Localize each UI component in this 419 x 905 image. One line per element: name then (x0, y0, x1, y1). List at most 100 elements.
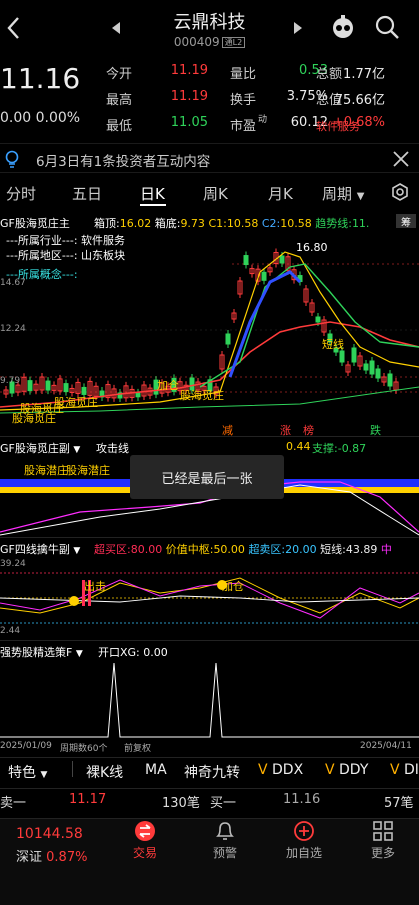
kline-candle (393, 378, 399, 394)
plus-circle-icon[interactable] (293, 820, 315, 842)
quote-value: 11.19 (170, 63, 208, 78)
sell-price: 11.17 (69, 792, 107, 807)
nav-trade[interactable]: 交易 (115, 844, 175, 861)
kline-candle (123, 381, 129, 402)
robot-assistant-icon[interactable] (331, 14, 355, 40)
axis-label: 9.79 (0, 376, 21, 386)
tab-wuri[interactable]: 五日 (72, 183, 102, 204)
tab-shenqi[interactable]: 神奇九转 (184, 762, 240, 782)
sub-chart-strong-stock[interactable]: 强势股精选策F ▼ 开口XG: 0.00 2025/01/09 周期数60个 前… (0, 640, 419, 754)
adjust-mode[interactable]: 前复权 (124, 741, 151, 754)
kline-candle (309, 299, 315, 316)
search-icon[interactable] (374, 14, 400, 40)
axis-label: 39.24 (0, 559, 26, 569)
tab-zhouqi[interactable]: 周期 ▼ (322, 183, 365, 204)
nav-alert[interactable]: 预警 (195, 844, 255, 861)
guhai-tag: 股海觅庄 (180, 389, 224, 402)
notice-bar[interactable]: 6月3日有1条投资者互动内容 (0, 143, 419, 173)
main-indicator-name[interactable]: GF股海觅庄主 (0, 215, 70, 231)
kline-candle (243, 251, 249, 269)
period-tabs: 分时 五日 日K 周K 月K 周期 ▼ (0, 176, 419, 208)
sub2-indicator-name[interactable]: GF四线擒牛副 ▼ (0, 541, 80, 557)
quote-label: 总额 (316, 67, 343, 82)
stock-name: 云鼎科技 (173, 12, 246, 33)
main-legend: 箱顶:16.02 箱底:9.73 C1:10.58 C2:10.58 趋势线:1… (94, 217, 370, 230)
kline-candle (39, 373, 45, 395)
tab-fenshi[interactable]: 分时 (6, 183, 36, 204)
tab-zhouk[interactable]: 周K (203, 183, 228, 204)
tab-rik[interactable]: 日K (140, 183, 165, 204)
kline-candle (219, 351, 225, 373)
kline-candle (33, 380, 39, 395)
kline-candle (357, 352, 363, 370)
grid-more-icon[interactable] (372, 820, 394, 842)
quote-label: 最高 (106, 93, 133, 108)
nav-add-watch[interactable]: 加自选 (274, 844, 334, 861)
index-value[interactable]: 10144.58 (16, 826, 83, 842)
tab-ddy[interactable]: V DDY (325, 762, 368, 778)
peak-label: 16.80 (296, 241, 328, 254)
notice-text: 6月3日有1条投资者互动内容 (36, 154, 211, 170)
kline-candle (225, 330, 231, 348)
jiacang-tag: 加仓 (222, 580, 244, 593)
kline-candle (345, 361, 351, 376)
quote-value: 75.66亿 (334, 93, 385, 108)
kline-candle (51, 381, 57, 395)
quote-label: 市盈 (230, 119, 257, 134)
tab-luok[interactable]: 裸K线 (86, 762, 123, 782)
main-kline-chart[interactable]: GF股海觅庄主 箱顶:16.02 箱底:9.73 C1:10.58 C2:10.… (0, 212, 419, 437)
kline-candle (261, 268, 267, 285)
toast: 已经是最后一张 (130, 455, 284, 499)
sub-chart-four-lines[interactable]: GF四线擒牛副 ▼ 超买区:80.00 价值中枢:50.00 超卖区:20.00… (0, 537, 419, 639)
tab-yuek[interactable]: 月K (268, 183, 293, 204)
stock-code: 000409 通L2 (0, 35, 419, 49)
kline-candle (351, 344, 357, 366)
kline-candle (99, 387, 105, 402)
tab-underline (140, 204, 166, 206)
sub-chart-guhai[interactable]: GF股海觅庄副 ▼ 攻击线 0.44 支撑:-0.87 股海潜庄 股海潜庄 已经… (0, 436, 419, 536)
nav-more[interactable]: 更多 (353, 844, 413, 861)
buy-price: 11.16 (283, 792, 321, 807)
last-price: 11.16 (0, 62, 81, 95)
tab-ma[interactable]: MA (145, 762, 167, 778)
sub1-support: 支撑:-0.87 (312, 442, 367, 455)
tab-tese[interactable]: 特色 ▼ (8, 762, 47, 782)
header: 云鼎科技 000409 通L2 (0, 0, 419, 58)
line-white (0, 595, 419, 603)
quote-value: 1.77亿 (343, 67, 385, 82)
kline-candle (141, 381, 147, 401)
kline-candle (117, 388, 123, 402)
kline-candle (321, 316, 327, 336)
sub3-indicator-name[interactable]: 强势股精选策F ▼ (0, 644, 83, 660)
settings-icon[interactable] (390, 182, 410, 202)
legend-more[interactable]: 筹 (396, 214, 416, 229)
band-bar (0, 479, 130, 487)
price-change: 0.00 0.00% (0, 110, 81, 126)
kline-candle (231, 309, 237, 323)
toast-text: 已经是最后一张 (161, 472, 253, 487)
zhuangqian-tag: 股海潜庄 (24, 464, 68, 477)
sell-label: 卖一 (0, 796, 27, 811)
sub3-open: 开口XG: 0.00 (98, 646, 168, 659)
short-line-tag: 短线 (322, 338, 344, 351)
kline-candle (135, 388, 141, 401)
sub1-indicator-name[interactable]: GF股海觅庄副 ▼ (0, 440, 80, 456)
end-date: 2025/04/11 (360, 741, 412, 751)
tab-di[interactable]: V DI (390, 762, 419, 778)
quote-sup: 动 (258, 115, 268, 125)
quote-label: 量比 (230, 67, 257, 82)
tab-ddx[interactable]: V DDX (258, 762, 303, 778)
kline-candle (387, 370, 393, 390)
buy-count: 57笔 (384, 796, 414, 811)
trade-icon[interactable] (134, 820, 156, 842)
bell-icon[interactable] (214, 820, 236, 842)
kline-candle (369, 357, 375, 378)
kline-candle (3, 386, 9, 398)
kline-candle (381, 373, 387, 386)
kline-candle (237, 277, 243, 298)
signal-dot (69, 596, 79, 606)
close-icon[interactable] (393, 151, 409, 167)
axis-label: 14.67 (0, 278, 26, 288)
next-stock-icon[interactable] (294, 22, 303, 34)
sell-count: 130笔 (162, 796, 200, 811)
